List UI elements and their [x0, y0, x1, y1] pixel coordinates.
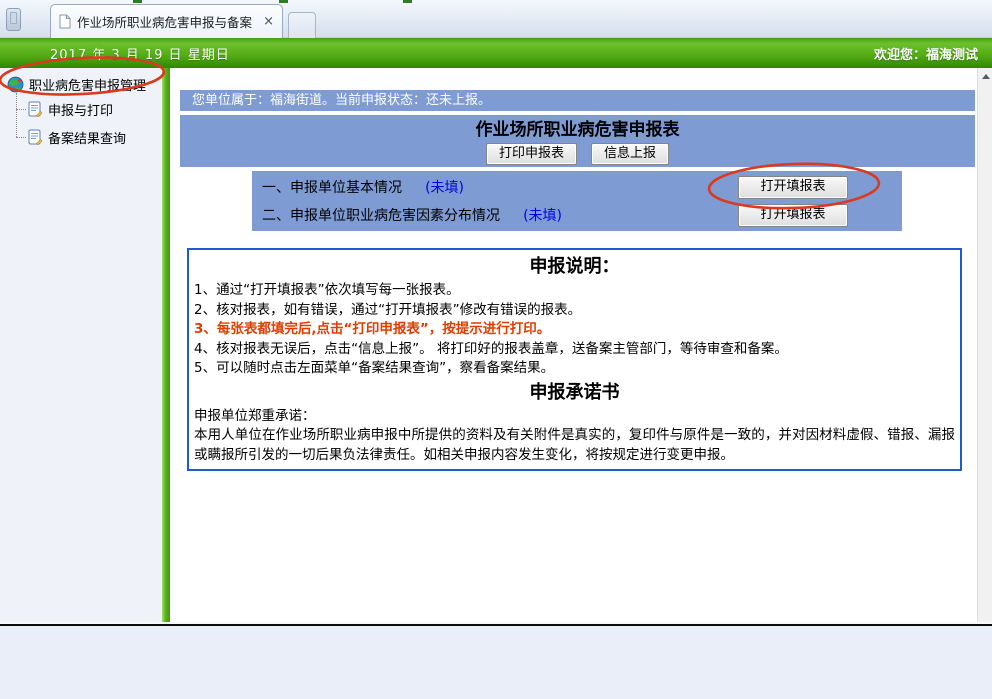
header-date: 2017 年 3 月 19 日 星期日	[0, 44, 230, 63]
form-title-buttons: 打印申报表 信息上报	[180, 143, 975, 165]
globe-icon	[7, 76, 24, 93]
row-label: 一、申报单位基本情况	[262, 180, 402, 196]
tab-title: 作业场所职业病危害申报与备案	[77, 12, 252, 31]
vertical-scrollbar[interactable]	[977, 68, 992, 622]
page-icon	[59, 14, 71, 29]
footer-area	[0, 626, 992, 699]
sidebar-item-label: 备案结果查询	[48, 128, 126, 147]
unit-status-text: 您单位属于：福海街道。当前申报状态：还未上报。	[192, 93, 491, 108]
sidebar-item-declare-print[interactable]: 申报与打印	[16, 95, 162, 123]
content-area: 职业病危害申报管理 申报与打印	[0, 68, 992, 622]
top-edge-mark	[279, 0, 288, 3]
sidebar-item-record-query[interactable]: 备案结果查询	[16, 123, 162, 151]
promise-title: 申报承诺书	[194, 380, 955, 405]
browser-tab-active[interactable]: 作业场所职业病危害申报与备案 ×	[50, 4, 283, 38]
tab-close-icon[interactable]: ×	[263, 15, 274, 28]
promise-lead: 申报单位郑重承诺：	[194, 407, 955, 427]
sidebar-divider	[162, 68, 170, 622]
sidebar-item-label: 申报与打印	[48, 100, 113, 119]
table-row: 一、申报单位基本情况 (未填) 打开填报表	[252, 173, 902, 201]
form-document-icon	[28, 129, 43, 145]
main-panel: 您单位属于：福海街道。当前申报状态：还未上报。 作业场所职业病危害申报表 打印申…	[170, 68, 992, 622]
new-tab-button[interactable]	[288, 12, 316, 38]
form-rows-panel: 一、申报单位基本情况 (未填) 打开填报表 二、申报单位职业病危害因素分布情况 …	[252, 171, 902, 231]
instruction-line-4: 4、核对报表无误后，点击“信息上报”。 将打印好的报表盖章，送备案主管部门，等待…	[194, 340, 955, 360]
scroll-up-icon[interactable]	[982, 74, 990, 79]
open-form-button-1[interactable]: 打开填报表	[738, 176, 848, 199]
print-declaration-button[interactable]: 打印申报表	[486, 143, 577, 165]
submit-info-button[interactable]: 信息上报	[591, 143, 669, 165]
browser-panel-icon[interactable]	[6, 8, 21, 31]
instruction-line-5: 5、可以随时点击左面菜单“备案结果查询”，察看备案结果。	[194, 359, 955, 379]
header-welcome: 欢迎您：福海测试	[874, 44, 992, 63]
form-title: 作业场所职业病危害申报表	[180, 115, 975, 143]
browser-tab-bar: 作业场所职业病危害申报与备案 ×	[0, 0, 992, 38]
row-status-badge: (未填)	[523, 208, 562, 224]
sidebar-root-label: 职业病危害申报管理	[29, 75, 146, 94]
instruction-line-2: 2、核对报表，如有错误，通过“打开填报表”修改有错误的报表。	[194, 301, 955, 321]
form-document-icon	[28, 101, 43, 117]
instructions-title: 申报说明：	[194, 254, 955, 279]
sidebar-children: 申报与打印 备案结果查询	[16, 95, 162, 151]
instruction-line-3: 3、每张表都填完后,点击“打印申报表”，按提示进行打印。	[194, 320, 955, 340]
row-label-group: 二、申报单位职业病危害因素分布情况 (未填)	[262, 205, 562, 225]
row-label-group: 一、申报单位基本情况 (未填)	[262, 177, 464, 197]
declaration-instructions-box: 申报说明： 1、通过“打开填报表”依次填写每一张报表。 2、核对报表，如有错误，…	[187, 248, 962, 471]
sidebar-item-declare-management[interactable]: 职业病危害申报管理	[0, 73, 162, 95]
top-edge-mark	[133, 0, 142, 3]
open-form-button-2[interactable]: 打开填报表	[738, 204, 848, 227]
instruction-line-1: 1、通过“打开填报表”依次填写每一张报表。	[194, 281, 955, 301]
unit-status-bar: 您单位属于：福海街道。当前申报状态：还未上报。	[180, 90, 975, 111]
page-header: 2017 年 3 月 19 日 星期日 欢迎您：福海测试	[0, 38, 992, 68]
top-edge-mark	[403, 0, 412, 3]
sidebar: 职业病危害申报管理 申报与打印	[0, 68, 162, 622]
application-window: { "browser": { "tab_title": "作业场所职业病危害申报…	[0, 0, 992, 699]
promise-body: 本用人单位在作业场所职业病申报中所提供的资料及有关附件是真实的，复印件与原件是一…	[194, 426, 955, 465]
form-title-panel: 作业场所职业病危害申报表 打印申报表 信息上报	[180, 115, 975, 167]
table-row: 二、申报单位职业病危害因素分布情况 (未填) 打开填报表	[252, 201, 902, 229]
row-label: 二、申报单位职业病危害因素分布情况	[262, 208, 500, 224]
row-status-badge: (未填)	[425, 180, 464, 196]
